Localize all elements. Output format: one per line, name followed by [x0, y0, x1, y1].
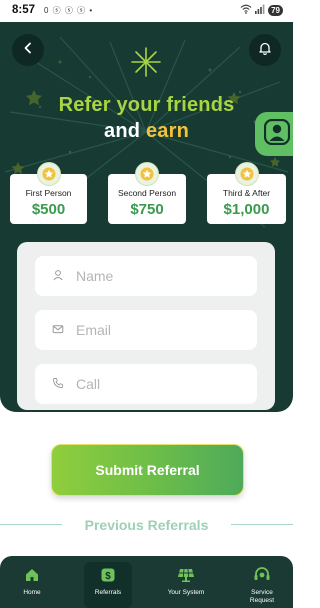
submit-referral-button[interactable]: Submit Referral: [51, 444, 244, 496]
reward-value: $750: [130, 201, 164, 218]
reward-card-first: First Person $500: [10, 162, 87, 224]
nav-service-request[interactable]: Service Request: [232, 556, 292, 608]
notification-icons: 0 ⓢ ⓢ ⓢ •: [44, 6, 94, 15]
status-right: 79: [240, 4, 283, 16]
nav-label: Home: [23, 589, 41, 596]
envelope-icon: [52, 323, 66, 337]
bell-icon: [258, 41, 272, 60]
reward-label: Second Person: [117, 188, 177, 198]
reward-value: $1,000: [223, 201, 270, 218]
back-button[interactable]: [12, 34, 44, 66]
svg-text:$: $: [105, 571, 111, 582]
wifi-icon: [240, 4, 252, 16]
dollar-icon: $: [100, 567, 116, 583]
email-input[interactable]: [76, 322, 236, 338]
referral-form: [17, 242, 275, 410]
star-icon: [36, 162, 61, 186]
call-field[interactable]: [35, 364, 257, 404]
signal-icon: [255, 4, 265, 16]
page-title-line1: Refer your friends: [58, 94, 235, 116]
star-icon: [135, 162, 159, 186]
bottom-nav: Home $ Referrals Your System Service Req…: [0, 556, 293, 608]
star-icon: [234, 162, 259, 186]
back-arrow-icon: [22, 41, 34, 59]
email-field[interactable]: [35, 310, 257, 350]
call-input[interactable]: [76, 376, 236, 392]
nav-referrals[interactable]: $ Referrals: [84, 562, 132, 608]
page-title-line2: and earn: [0, 120, 293, 143]
reward-value: $500: [31, 201, 66, 218]
status-bar: 8:57 0 ⓢ ⓢ ⓢ • 79: [0, 0, 293, 22]
divider-right: [231, 524, 293, 525]
nav-label: Service Request: [249, 589, 275, 604]
nav-your-system[interactable]: Your System: [156, 556, 216, 608]
status-time: 8:57: [12, 4, 36, 16]
nav-label: Your System: [167, 589, 205, 596]
reward-card-second: Second Person $750: [108, 162, 186, 224]
phone-icon: [52, 377, 66, 391]
reward-label: First Person: [25, 188, 72, 198]
nav-home[interactable]: Home: [2, 556, 62, 608]
notifications-button[interactable]: [249, 34, 281, 66]
battery-icon: 79: [268, 4, 283, 16]
title-accent: earn: [145, 120, 189, 142]
name-input[interactable]: [76, 268, 236, 284]
reward-card-third: Third & After $1,000: [207, 162, 286, 224]
reward-label: Third & After: [222, 188, 271, 198]
home-icon: [24, 567, 40, 583]
solar-panel-icon: [176, 567, 196, 583]
previous-referrals-heading: Previous Referrals: [84, 517, 209, 533]
name-field[interactable]: [35, 256, 257, 296]
nav-label: Referrals: [94, 589, 122, 596]
title-prefix: and: [104, 120, 146, 142]
headset-icon: [253, 567, 271, 583]
person-icon: [263, 118, 291, 150]
person-icon: [52, 269, 66, 283]
support-avatar-button[interactable]: [255, 112, 293, 156]
